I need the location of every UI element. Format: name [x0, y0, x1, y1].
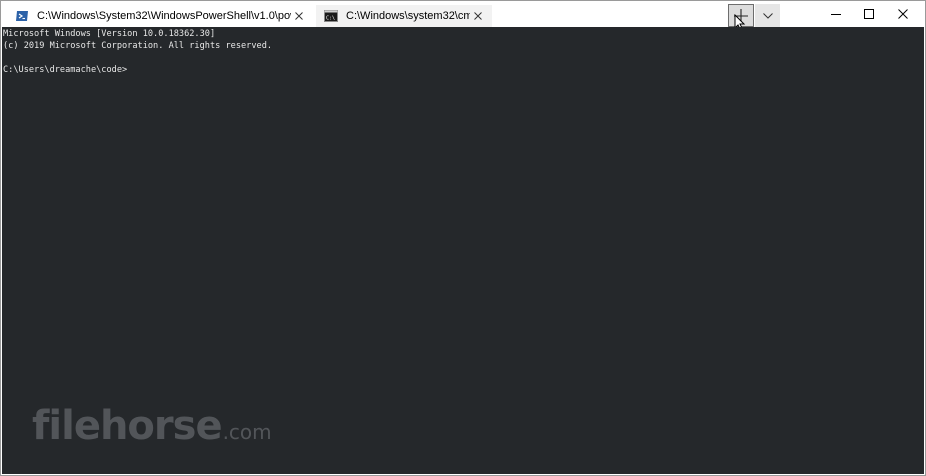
close-tab-button[interactable] [291, 8, 307, 24]
close-tab-button[interactable] [470, 8, 486, 24]
plus-icon [734, 8, 748, 23]
chevron-down-icon [762, 12, 773, 19]
powershell-icon [16, 11, 28, 21]
close-icon [474, 12, 482, 20]
filehorse-watermark: filehorse .com [32, 403, 272, 449]
tab-title: C:\Windows\System32\WindowsPowerShell\v1… [37, 10, 291, 22]
svg-text:C:\: C:\ [326, 16, 335, 22]
close-icon [898, 9, 908, 19]
minimize-icon [831, 14, 841, 15]
terminal-line: (c) 2019 Microsoft Corporation. All righ… [3, 41, 273, 51]
tab-cmd[interactable]: C:\ C:\Windows\system32\cmd.exe [316, 5, 492, 27]
new-tab-dropdown-button[interactable] [755, 4, 780, 27]
tab-bar: C:\Windows\System32\WindowsPowerShell\v1… [1, 1, 925, 31]
cmd-icon: C:\ [324, 10, 338, 22]
watermark-tld: .com [222, 420, 272, 444]
close-icon [295, 12, 303, 20]
tab-title: C:\Windows\system32\cmd.exe [346, 10, 470, 22]
watermark-name: filehorse [32, 403, 223, 449]
close-window-button[interactable] [880, 1, 925, 27]
terminal-output-area[interactable]: Microsoft Windows [Version 10.0.18362.30… [2, 27, 924, 474]
maximize-icon [864, 9, 874, 19]
new-tab-button[interactable] [728, 4, 754, 27]
tab-powershell[interactable]: C:\Windows\System32\WindowsPowerShell\v1… [7, 5, 313, 27]
terminal-window: C:\Windows\System32\WindowsPowerShell\v1… [0, 0, 926, 476]
terminal-line: Microsoft Windows [Version 10.0.18362.30… [3, 29, 216, 39]
terminal-prompt: C:\Users\dreamache\code> [3, 65, 128, 75]
